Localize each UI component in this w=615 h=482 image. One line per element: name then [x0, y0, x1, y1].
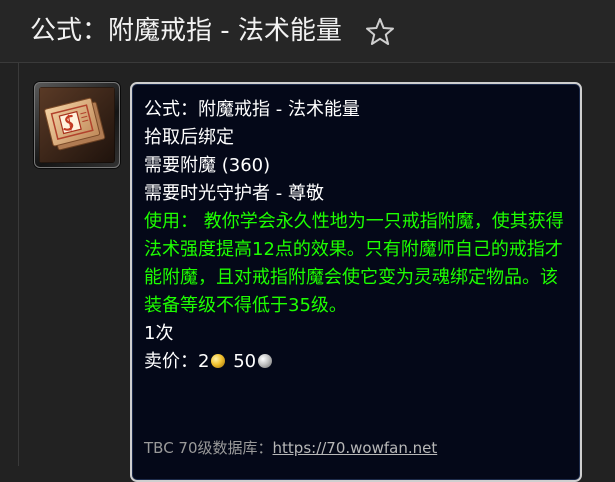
source-footer: TBC 70级数据库：https://70.wowfan.net [144, 437, 437, 459]
silver-coin-icon [258, 354, 273, 368]
item-tooltip: 公式：附魔戒指 - 法术能量 拾取后绑定 需要附魔 (360) 需要时光守护者 … [130, 82, 582, 482]
sell-price-gold: 2 [198, 351, 210, 372]
header-bar: 公式：附魔戒指 - 法术能量 [0, 0, 615, 63]
source-link[interactable]: https://70.wowfan.net [273, 439, 438, 457]
gold-coin-icon [211, 354, 226, 368]
item-required-skill: 需要附魔 (360) [144, 155, 271, 176]
content-divider [18, 62, 19, 466]
sell-price-silver: 50 [233, 351, 257, 372]
page-title: 公式：附魔戒指 - 法术能量 [30, 16, 342, 46]
item-name: 公式：附魔戒指 - 法术能量 [144, 99, 360, 120]
recipe-scroll-icon [39, 87, 115, 163]
item-sell-price: 卖价：2 50 [144, 348, 568, 376]
item-icon-frame[interactable] [34, 82, 120, 168]
sell-price-label: 卖价： [144, 351, 198, 372]
source-label: TBC 70级数据库： [144, 439, 273, 457]
item-charges: 1次 [144, 323, 174, 344]
item-required-reputation: 需要时光守护者 - 尊敬 [144, 183, 324, 204]
item-use-effect: 使用： 教你学会永久性地为一只戒指附魔，使其获得法术强度提高12点的效果。只有附… [144, 211, 564, 316]
star-icon[interactable] [364, 16, 396, 48]
tooltip-body: 公式：附魔戒指 - 法术能量 拾取后绑定 需要附魔 (360) 需要时光守护者 … [144, 96, 568, 376]
item-binding: 拾取后绑定 [144, 127, 234, 148]
